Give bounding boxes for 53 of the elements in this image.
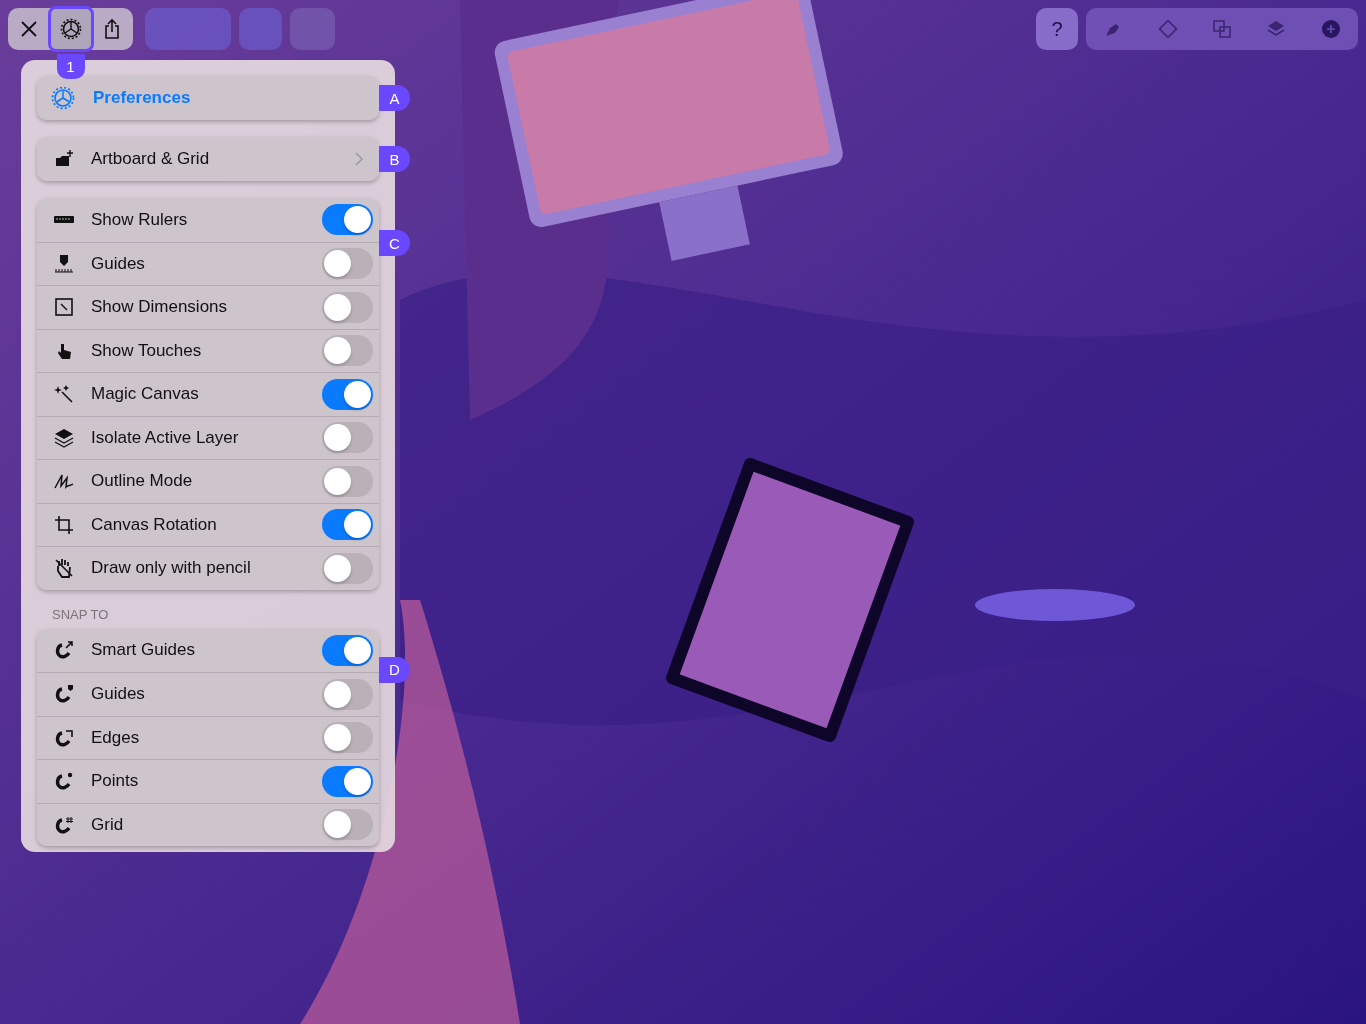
layers-icon [53,426,75,449]
diamond-icon[interactable] [1156,18,1179,40]
setting-label: Smart Guides [91,640,196,661]
setting-label: Canvas Rotation [91,514,218,535]
setting-label: Magic Canvas [91,384,200,405]
toggle-switch[interactable] [322,722,373,754]
setting-label: Guides [91,684,146,705]
rotate-crop-icon [53,513,75,536]
toggle-switch[interactable] [322,422,373,454]
toggle-switch[interactable] [322,335,373,367]
settings-icon [59,18,82,40]
toggle-switch[interactable] [322,678,373,710]
section-callout: C [379,230,410,256]
section-callout: B [379,146,410,172]
setting-label: Show Rulers [91,209,189,230]
artboard-grid-item[interactable]: Artboard & Grid [37,137,379,181]
settings-icon [51,86,75,110]
toggle-switch[interactable] [322,809,373,841]
hand-slash-icon [53,557,75,580]
setting-label: Points [91,771,140,792]
close-icon [19,20,38,38]
overlap-squares-icon[interactable] [1210,18,1233,40]
setting-label: Grid [91,814,125,835]
dimensions-icon [53,296,75,319]
toggle-switch[interactable] [322,378,373,410]
setting-label: Guides [91,253,146,274]
toggle-switch[interactable] [322,465,373,497]
chevron-right-icon [355,152,363,166]
settings-button[interactable] [47,6,94,52]
setting-label: Show Dimensions [91,297,229,318]
toggle-switch[interactable] [322,765,373,797]
section-heading: SNAP TO [51,606,110,622]
setting-label: Isolate Active Layer [91,427,240,448]
share-icon [103,18,122,40]
toggle-switch[interactable] [322,552,373,584]
help-button[interactable]: ? [1036,8,1078,50]
toggle-switch[interactable] [322,204,373,236]
toggle-switch[interactable] [322,509,373,541]
guide-marker-icon [53,252,75,275]
preferences-item[interactable]: Preferences [37,76,379,120]
setting-label: Draw only with pencil [91,558,252,579]
toggle-switch[interactable] [322,248,373,280]
magnet-marker-icon [53,683,75,706]
setting-label: Outline Mode [91,471,194,492]
toggle-switch[interactable] [322,291,373,323]
toggle-switch[interactable] [322,634,373,666]
section-callout: A [379,85,410,111]
setting-label: Edges [91,727,141,748]
plus-circle-icon[interactable] [1319,18,1342,40]
magnet-dot-icon [53,770,75,793]
section-callout: D [379,656,410,683]
magnet-arrow-icon [53,639,75,662]
setting-label: Show Touches [91,340,203,361]
